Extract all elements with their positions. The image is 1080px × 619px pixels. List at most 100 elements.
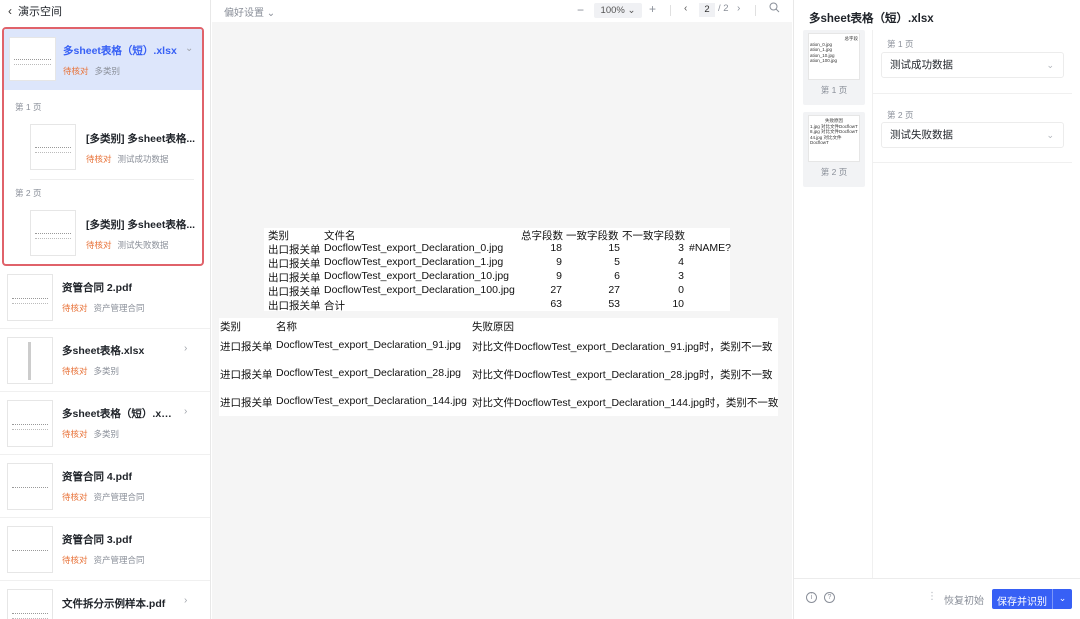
file-title: 多sheet表格（短）.xlsx (62, 408, 172, 420)
section-label: 第 2 页 (887, 110, 914, 120)
page-meta: 待核对 测试失败数据 (86, 239, 169, 251)
viewer-toolbar: 偏好设置 ⌄ − 100% ⌄ + ‹ 2 / 2 › (212, 0, 792, 22)
file-category: 资产管理合同 (93, 492, 145, 502)
panel-title: 多sheet表格（短）.xlsx (809, 13, 934, 25)
table-cell: 6 (614, 270, 620, 282)
status-badge: 待核对 (62, 429, 88, 439)
chevron-right-icon[interactable]: › (184, 343, 187, 354)
page-thumbnail (30, 210, 76, 256)
file-category: 多类别 (93, 366, 120, 376)
table-cell: 出口报关单 (268, 258, 321, 270)
table-cell: 进口报关单 (220, 341, 273, 353)
table-header: 失败原因 (472, 321, 514, 333)
save-label: 保存并识别 (997, 597, 1047, 608)
file-category: 资产管理合同 (93, 303, 145, 313)
chevron-down-icon[interactable]: ⌄ (185, 43, 193, 54)
more-icon[interactable]: ⋮ (927, 591, 937, 602)
select-value: 测试失败数据 (890, 129, 953, 141)
table-cell: DocflowTest_export_Declaration_10.jpg (324, 270, 510, 282)
page-thumbnail-label: 第 1 页 (820, 85, 848, 95)
file-list-item[interactable]: 资管合同 2.pdf 待核对 资产管理合同 (0, 266, 210, 329)
selected-file-item[interactable]: 多sheet表格（短）.xlsx 待核对 多类别 ⌄ (4, 29, 202, 90)
status-badge: 待核对 (62, 555, 88, 565)
page-preview: 总字段 ation_0.jpg ation_1.jpg ation_10.jpg… (808, 33, 860, 80)
save-and-recognize-button[interactable]: 保存并识别 ⌄ (992, 589, 1072, 609)
classification-panel: 多sheet表格（短）.xlsx 总字段 ation_0.jpg ation_1… (793, 0, 1080, 619)
category-select-page-1[interactable]: 测试成功数据 ⌄ (881, 52, 1064, 78)
chevron-right-icon[interactable]: › (184, 595, 187, 606)
file-meta: 待核对 多类别 (62, 428, 119, 440)
zoom-in-button[interactable]: + (649, 2, 656, 16)
chevron-down-icon: ⌄ (1046, 60, 1054, 70)
table-cell: 3 (678, 242, 684, 254)
table-cell: 3 (678, 270, 684, 282)
table-cell: DocflowTest_export_Declaration_100.jpg (324, 284, 515, 296)
file-category: 资产管理合同 (93, 555, 145, 565)
table-cell: 出口报关单 (268, 244, 321, 256)
prev-page-button[interactable]: ‹ (684, 3, 687, 14)
next-page-button[interactable]: › (737, 3, 740, 14)
reset-button[interactable]: 恢复初始 (944, 592, 984, 607)
status-badge: 待核对 (62, 492, 88, 502)
table-cell: 4 (678, 256, 684, 268)
workspace-header[interactable]: ‹ 演示空间 (0, 0, 210, 22)
page-category: 测试失败数据 (117, 240, 169, 250)
file-list-item[interactable]: 资管合同 4.pdf 待核对 资产管理合同 (0, 455, 210, 518)
file-thumbnail (7, 337, 53, 384)
file-list-item[interactable]: 多sheet表格（短）.xlsx 待核对 多类别 › (0, 392, 210, 455)
table-header: 总字段数 (521, 230, 563, 242)
info-icon[interactable]: i (806, 592, 817, 603)
table-cell: 27 (550, 284, 562, 296)
divider (30, 179, 194, 180)
file-title: 资管合同 4.pdf (62, 471, 132, 483)
zoom-out-button[interactable]: − (577, 3, 584, 17)
file-meta: 待核对 资产管理合同 (62, 491, 145, 503)
file-list-item[interactable]: 资管合同 3.pdf 待核对 资产管理合同 (0, 518, 210, 581)
table-cell: 对比文件DocflowTest_export_Declaration_144.j… (472, 397, 779, 409)
file-title: 多sheet表格.xlsx (62, 345, 145, 357)
file-list-item[interactable]: 多sheet表格.xlsx 待核对 多类别 › (0, 329, 210, 392)
category-select-page-2[interactable]: 测试失败数据 ⌄ (881, 122, 1064, 148)
file-thumbnail (7, 463, 53, 510)
page-thumbnail-1[interactable]: 总字段 ation_0.jpg ation_1.jpg ation_10.jpg… (803, 30, 865, 105)
table-header: 类别 (268, 230, 289, 242)
status-badge: 待核对 (63, 66, 89, 76)
file-thumbnail (7, 526, 53, 573)
table-cell: DocflowTest_export_Declaration_28.jpg (276, 367, 462, 379)
zoom-select[interactable]: 100% ⌄ (594, 3, 642, 18)
table-cell: 出口报关单 (268, 300, 321, 312)
file-sidebar: ‹ 演示空间 多sheet表格（短）.xlsx 待核对 多类别 ⌄ 第 1 页 [… (0, 0, 211, 619)
chevron-right-icon[interactable]: › (184, 406, 187, 417)
page-number-input[interactable]: 2 (699, 3, 715, 17)
file-list-item[interactable]: 文件拆分示例样本.pdf › (0, 581, 210, 619)
table-cell: 9 (556, 256, 562, 268)
preferences-menu[interactable]: 偏好设置 ⌄ (224, 4, 275, 19)
table-cell: 18 (550, 242, 562, 254)
file-title: 文件拆分示例样本.pdf (62, 598, 166, 610)
selected-file-group: 多sheet表格（短）.xlsx 待核对 多类别 ⌄ 第 1 页 [多类别] 多s… (2, 27, 204, 266)
page-thumbnail-2[interactable]: 失败原因 1.jpg 对比文件DocflowT 8.jpg 对比文件Docflo… (803, 112, 865, 187)
help-icon[interactable]: ? (824, 592, 835, 603)
page-meta: 待核对 测试成功数据 (86, 153, 169, 165)
file-meta: 待核对 资产管理合同 (62, 554, 145, 566)
page-total: / 2 (718, 3, 729, 14)
search-icon[interactable] (769, 2, 780, 16)
chevron-left-icon[interactable]: ‹ (8, 4, 12, 18)
table-cell: 进口报关单 (220, 369, 273, 381)
divider (873, 162, 1072, 163)
table-cell: 27 (608, 284, 620, 296)
page-thumbnail-label: 第 2 页 (820, 167, 848, 177)
status-badge: 待核对 (62, 366, 88, 376)
file-meta: 待核对 多类别 (62, 365, 119, 377)
table-cell: 合计 (324, 300, 345, 312)
preview-line: 44.jpg 对比文件DocflowT (810, 134, 842, 146)
chevron-down-icon[interactable]: ⌄ (1052, 589, 1072, 609)
table-cell: 0 (678, 284, 684, 296)
divider (873, 93, 1072, 94)
file-thumbnail (9, 37, 56, 81)
table-cell: 5 (614, 256, 620, 268)
section-label: 第 1 页 (887, 39, 914, 49)
page-thumbnail-column: 总字段 ation_0.jpg ation_1.jpg ation_10.jpg… (803, 30, 865, 187)
file-title: 多sheet表格（短）.xlsx (63, 45, 177, 57)
table-cell: DocflowTest_export_Declaration_91.jpg (276, 339, 462, 351)
